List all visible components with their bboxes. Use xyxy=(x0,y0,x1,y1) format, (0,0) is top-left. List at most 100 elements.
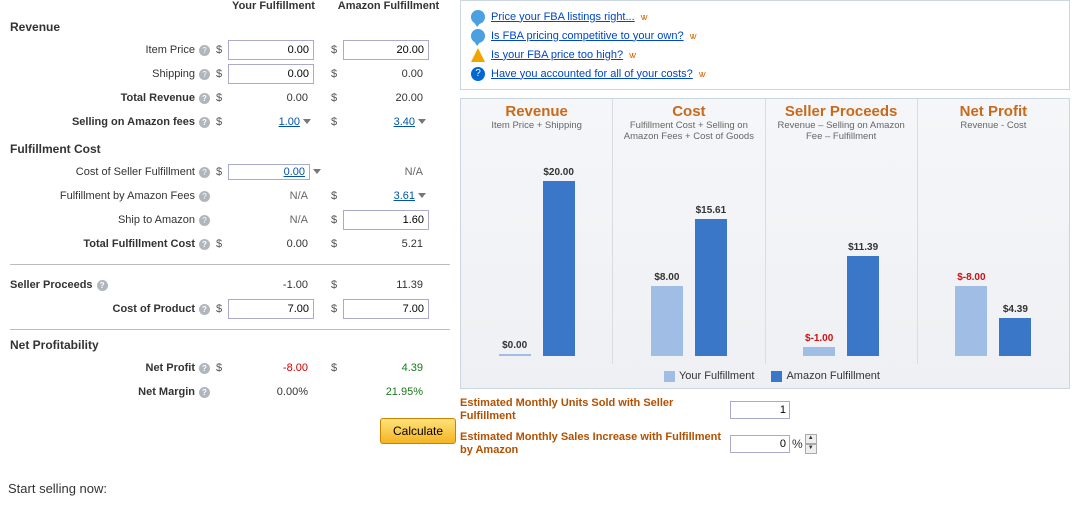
val-yf-total-revenue: 0.00 xyxy=(228,92,314,104)
warning-icon xyxy=(471,48,485,62)
help-icon[interactable]: ? xyxy=(199,215,210,226)
label-est-increase: Estimated Monthly Sales Increase with Fu… xyxy=(460,431,730,457)
val-yf-fba-fees: N/A xyxy=(228,190,314,202)
label-total-fulfillment: Total Fulfillment Cost xyxy=(83,238,195,250)
chart-subtitle: Fulfillment Cost + Selling on Amazon Fee… xyxy=(613,120,764,142)
val-af-net-profit: 4.39 xyxy=(343,362,429,374)
col-header-af: Amazon Fulfillment xyxy=(331,0,446,12)
help-icon[interactable]: ? xyxy=(199,117,210,128)
val-af-net-margin: 21.95% xyxy=(343,386,429,398)
tip-link[interactable]: Is FBA pricing competitive to your own? xyxy=(491,30,684,42)
help-icon[interactable]: ? xyxy=(199,239,210,250)
val-yf-net-margin: 0.00% xyxy=(228,386,314,398)
expand-icon[interactable]: vv xyxy=(641,12,646,22)
label-net-profit: Net Profit xyxy=(146,362,196,374)
label-cost-product: Cost of Product xyxy=(113,303,196,315)
label-item-price: Item Price xyxy=(145,44,195,56)
label-est-units: Estimated Monthly Units Sold with Seller… xyxy=(460,397,730,423)
chevron-down-icon[interactable] xyxy=(418,117,428,127)
chart-title: Net Profit xyxy=(918,103,1069,120)
label-shipping: Shipping xyxy=(152,68,195,80)
label-selling-fees: Selling on Amazon fees xyxy=(72,116,195,128)
section-revenue: Revenue xyxy=(10,20,450,34)
input-af-cost-product[interactable] xyxy=(343,299,429,319)
tip-link[interactable]: Price your FBA listings right... xyxy=(491,11,635,23)
help-icon[interactable]: ? xyxy=(199,167,210,178)
input-yf-cost-product[interactable] xyxy=(228,299,314,319)
help-icon[interactable]: ? xyxy=(199,363,210,374)
expand-icon[interactable]: vv xyxy=(690,31,695,41)
help-icon[interactable]: ? xyxy=(199,387,210,398)
input-af-item-price[interactable] xyxy=(343,40,429,60)
chart-legend: Your Fulfillment Amazon Fulfillment xyxy=(461,364,1069,388)
val-yf-seller-proceeds: -1.00 xyxy=(228,279,314,291)
chart-subtitle: Revenue – Selling on Amazon Fee – Fulfil… xyxy=(766,120,917,142)
chart-title: Seller Proceeds xyxy=(766,103,917,120)
tip-link[interactable]: Is your FBA price too high? xyxy=(491,49,623,61)
chart-bar: $0.00 xyxy=(499,354,531,356)
chart-title: Cost xyxy=(613,103,764,120)
chart-bar: $15.61 xyxy=(695,219,727,356)
help-icon[interactable]: ? xyxy=(97,280,108,291)
help-icon[interactable]: ? xyxy=(199,191,210,202)
link-af-fba-fees[interactable]: 3.61 xyxy=(343,190,415,202)
val-yf-total-fulfillment: 0.00 xyxy=(228,238,314,250)
val-af-seller-proceeds: 11.39 xyxy=(343,279,429,291)
val-af-cost-seller-fulfillment: N/A xyxy=(343,166,429,178)
val-af-total-fulfillment: 5.21 xyxy=(343,238,429,250)
spinner-up-icon: ▲ xyxy=(805,434,817,444)
val-yf-ship-amazon: N/A xyxy=(228,214,314,226)
start-selling-text: Start selling now: xyxy=(8,481,1072,496)
expand-icon[interactable]: vv xyxy=(699,69,704,79)
section-profitability: Net Profitability xyxy=(10,338,450,352)
tips-panel: Price your FBA listings right... vv Is FB… xyxy=(460,0,1070,90)
speech-bubble-icon xyxy=(471,29,485,43)
val-yf-net-profit: -8.00 xyxy=(228,362,314,374)
chevron-down-icon[interactable] xyxy=(303,117,313,127)
input-yf-shipping[interactable] xyxy=(228,64,314,84)
input-est-units[interactable] xyxy=(730,401,790,419)
expand-icon[interactable]: vv xyxy=(629,50,634,60)
help-icon[interactable]: ? xyxy=(199,304,210,315)
val-af-shipping: 0.00 xyxy=(343,68,429,80)
chart-title: Revenue xyxy=(461,103,612,120)
chevron-down-icon[interactable] xyxy=(418,191,428,201)
help-icon[interactable]: ? xyxy=(199,93,210,104)
calculate-button[interactable]: Calculate xyxy=(380,418,456,444)
section-fulfillment: Fulfillment Cost xyxy=(10,142,450,156)
label-cost-seller-fulfillment: Cost of Seller Fulfillment xyxy=(76,166,195,178)
label-seller-proceeds: Seller Proceeds xyxy=(10,279,93,291)
label-ship-to-amazon: Ship to Amazon xyxy=(118,214,195,226)
label-net-margin: Net Margin xyxy=(138,386,195,398)
speech-bubble-icon xyxy=(471,10,485,24)
spinner[interactable]: ▲▼ xyxy=(805,434,817,454)
help-icon[interactable]: ? xyxy=(199,45,210,56)
label-total-revenue: Total Revenue xyxy=(121,92,195,104)
chart-subtitle: Revenue - Cost xyxy=(918,120,1069,142)
chart-panel: RevenueItem Price + Shipping $0.00 $20.00 C… xyxy=(460,98,1070,389)
chart-bar: $20.00 xyxy=(543,181,575,356)
chart-bar: $11.39 xyxy=(847,256,879,356)
chart-subtitle: Item Price + Shipping xyxy=(461,120,612,142)
legend-swatch-yf xyxy=(664,371,675,382)
chart-bar: $-8.00 xyxy=(955,286,987,356)
val-af-total-revenue: 20.00 xyxy=(343,92,429,104)
chart-bar: $-1.00 xyxy=(803,347,835,356)
link-yf-selling-fees[interactable]: 1.00 xyxy=(228,116,300,128)
link-yf-cost-seller-fulfillment[interactable]: 0.00 xyxy=(228,164,310,180)
label-fba-fees: Fulfillment by Amazon Fees xyxy=(60,190,195,202)
question-icon xyxy=(471,67,485,81)
tip-link[interactable]: Have you accounted for all of your costs… xyxy=(491,68,693,80)
chart-bar: $4.39 xyxy=(999,318,1031,356)
link-af-selling-fees[interactable]: 3.40 xyxy=(343,116,415,128)
help-icon[interactable]: ? xyxy=(199,69,210,80)
legend-swatch-af xyxy=(771,371,782,382)
input-est-increase[interactable] xyxy=(730,435,790,453)
chart-bar: $8.00 xyxy=(651,286,683,356)
calculator-table: Your Fulfillment Amazon Fulfillment Reve… xyxy=(10,0,460,457)
input-af-ship-amazon[interactable] xyxy=(343,210,429,230)
input-yf-item-price[interactable] xyxy=(228,40,314,60)
chevron-down-icon[interactable] xyxy=(313,167,323,177)
col-header-yf: Your Fulfillment xyxy=(216,0,331,12)
spinner-down-icon: ▼ xyxy=(805,444,817,454)
